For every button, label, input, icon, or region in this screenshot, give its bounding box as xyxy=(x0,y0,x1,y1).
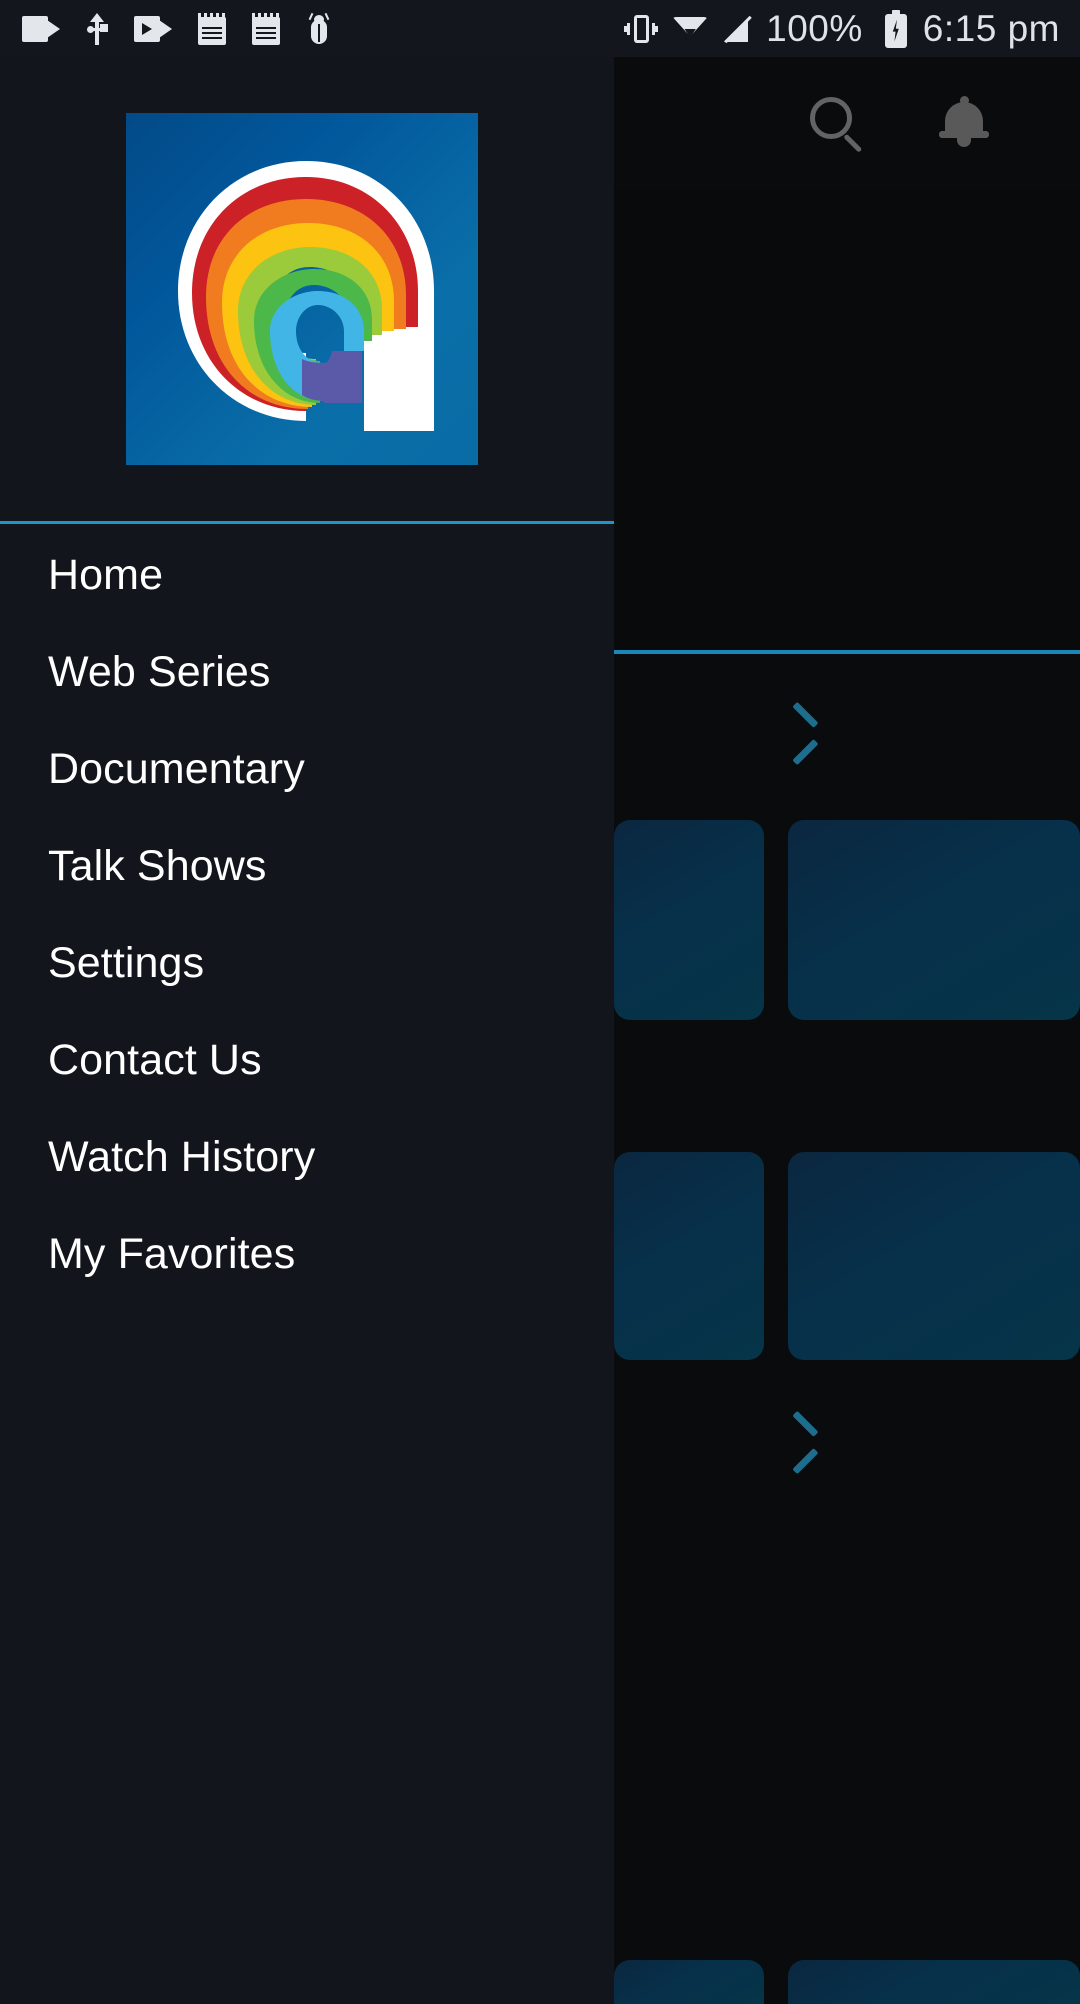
drawer-divider xyxy=(0,521,614,524)
bug-report-icon xyxy=(306,12,332,45)
drawer-header xyxy=(0,57,614,524)
thumbnail-card[interactable] xyxy=(788,820,1080,1020)
signal-off-icon xyxy=(722,12,754,44)
drawer-item-settings[interactable]: Settings xyxy=(0,915,614,1012)
drawer-item-talk-shows[interactable]: Talk Shows xyxy=(0,818,614,915)
drawer-item-label: My Favorites xyxy=(48,1230,296,1278)
drawer-item-label: Settings xyxy=(48,939,205,987)
usb-icon xyxy=(86,12,108,45)
status-bar-left xyxy=(0,12,332,45)
app-bar xyxy=(778,57,1080,190)
notifications-bell-icon[interactable] xyxy=(936,95,994,153)
app-logo xyxy=(126,113,478,465)
screen-record-icon xyxy=(134,15,172,42)
drawer-item-label: Home xyxy=(48,551,164,599)
app-screen: Home Web Series Documentary Talk Shows S… xyxy=(0,0,1080,2004)
battery-percentage: 100% xyxy=(766,7,863,49)
clock: 6:15 pm xyxy=(922,7,1060,49)
status-bar-right: 100% 6:15 pm xyxy=(624,8,1080,50)
hero-banner[interactable] xyxy=(614,190,1080,650)
drawer-item-label: Contact Us xyxy=(48,1036,262,1084)
drawer-item-documentary[interactable]: Documentary xyxy=(0,721,614,818)
drawer-item-label: Watch History xyxy=(48,1133,316,1181)
drawer-item-web-series[interactable]: Web Series xyxy=(0,624,614,721)
chevron-right-icon[interactable] xyxy=(786,1425,820,1459)
chevron-right-icon[interactable] xyxy=(786,716,820,750)
search-icon[interactable] xyxy=(808,95,866,153)
drawer-item-label: Talk Shows xyxy=(48,842,267,890)
drawer-item-label: Web Series xyxy=(48,648,271,696)
notepad-icon-2 xyxy=(252,12,280,45)
navigation-drawer: Home Web Series Documentary Talk Shows S… xyxy=(0,57,614,2004)
drawer-item-label: Documentary xyxy=(48,745,305,793)
vibrate-icon xyxy=(624,12,659,46)
battery-charging-icon xyxy=(883,9,909,48)
thumbnail-card[interactable] xyxy=(614,1152,764,1360)
status-bar: 100% 6:15 pm xyxy=(0,0,1080,57)
content-row-3 xyxy=(614,1564,1080,2004)
wifi-icon xyxy=(672,15,709,43)
drawer-item-my-favorites[interactable]: My Favorites xyxy=(0,1206,614,1303)
drawer-item-contact-us[interactable]: Contact Us xyxy=(0,1012,614,1109)
camcorder-icon xyxy=(22,15,60,42)
thumbnail-card[interactable] xyxy=(788,1960,1080,2004)
thumbnail-card[interactable] xyxy=(614,820,764,1020)
drawer-item-home[interactable]: Home xyxy=(0,527,614,624)
thumbnail-card[interactable] xyxy=(614,1960,764,2004)
notepad-icon xyxy=(198,12,226,45)
drawer-menu: Home Web Series Documentary Talk Shows S… xyxy=(0,527,614,1303)
drawer-item-watch-history[interactable]: Watch History xyxy=(0,1109,614,1206)
thumbnail-card[interactable] xyxy=(788,1152,1080,1360)
